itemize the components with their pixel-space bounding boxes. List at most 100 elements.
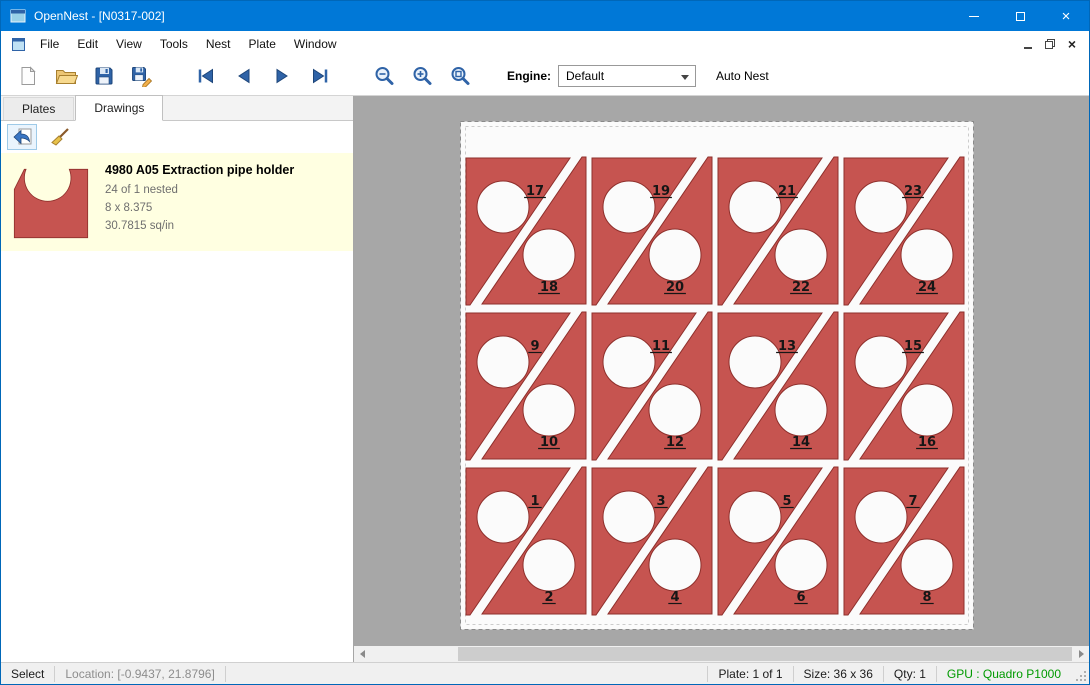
zoom-in-button[interactable] [403,60,441,92]
reload-drawing-button[interactable] [7,124,37,150]
part-number: 17 [526,184,544,199]
close-button[interactable]: × [1043,1,1089,31]
clear-nest-button[interactable] [45,124,75,150]
scrollbar-track[interactable] [370,646,1073,662]
drawing-dimensions: 8 x 8.375 [105,200,294,218]
document-icon[interactable] [11,37,26,52]
zoom-fit-button[interactable] [441,60,479,92]
scroll-left-button[interactable] [354,646,370,662]
status-location: Location: [-0.9437, 21.8796] [55,667,224,681]
part-number: 11 [652,339,670,354]
drawings-list-empty-area [1,251,353,662]
zoom-fit-icon [449,65,471,87]
part-number: 23 [904,184,922,199]
open-folder-icon [54,65,78,87]
part-number: 19 [652,184,670,199]
close-icon: × [1068,36,1076,52]
nest-plate[interactable]: 171819202122232491011121314151612345678 [460,121,974,630]
minimize-icon [969,16,979,17]
scrollbar-thumb[interactable] [458,647,1072,661]
tab-plates[interactable]: Plates [3,97,74,120]
part-number: 15 [904,339,922,354]
new-button[interactable] [9,60,47,92]
menu-nest[interactable]: Nest [197,32,240,56]
part-thumbnail [11,161,91,241]
close-icon: × [1062,8,1071,25]
arrow-left-icon [360,650,365,658]
mdi-restore-button[interactable] [1039,34,1061,54]
part-number: 14 [792,435,810,450]
menu-tools[interactable]: Tools [151,32,197,56]
auto-nest-button[interactable]: Auto Nest [716,69,769,83]
drawing-list-item[interactable]: 4980 A05 Extraction pipe holder 24 of 1 … [1,153,353,251]
minimize-icon [1024,47,1032,49]
minimize-button[interactable] [951,1,997,31]
part-number: 8 [922,590,931,605]
first-arrow-icon [194,65,218,87]
chevron-down-icon [681,75,689,80]
drawings-toolbar [1,121,353,153]
mdi-minimize-button[interactable] [1017,34,1039,54]
mdi-window-controls: × [1017,31,1083,57]
part-number: 16 [918,435,936,450]
menu-window[interactable]: Window [285,32,346,56]
drawing-nested-count: 24 of 1 nested [105,182,294,200]
open-button[interactable] [47,60,85,92]
menu-plate[interactable]: Plate [240,32,285,56]
status-plate: Plate: 1 of 1 [708,667,792,681]
previous-plate-button[interactable] [225,60,263,92]
menubar: File Edit View Tools Nest Plate Window × [1,31,1089,57]
blue-return-arrow-icon [11,127,33,147]
zoom-out-button[interactable] [365,60,403,92]
save-icon [93,65,115,87]
nest-canvas[interactable]: 171819202122232491011121314151612345678 [354,96,1089,662]
mdi-close-button[interactable]: × [1061,34,1083,54]
part-number: 7 [908,494,917,509]
part-number: 9 [530,339,539,354]
zoom-in-icon [411,65,433,87]
save-button[interactable] [85,60,123,92]
engine-value: Default [566,69,604,83]
menu-file[interactable]: File [31,32,68,56]
menu-edit[interactable]: Edit [68,32,107,56]
arrow-right-icon [1079,650,1084,658]
maximize-icon [1016,12,1025,21]
status-separator [225,666,226,682]
part-number: 4 [670,590,679,605]
save-as-button[interactable] [123,60,161,92]
opennest-window: OpenNest - [N0317-002] × File Edit View … [0,0,1090,685]
status-size: Size: 36 x 36 [794,667,883,681]
window-controls: × [951,1,1089,31]
part-number: 5 [782,494,791,509]
drawing-title: 4980 A05 Extraction pipe holder [105,163,294,177]
status-qty: Qty: 1 [884,667,936,681]
status-mode: Select [1,667,54,681]
canvas-horizontal-scrollbar[interactable] [354,646,1089,662]
part-number: 20 [666,280,684,295]
part-number: 1 [530,494,539,509]
first-plate-button[interactable] [187,60,225,92]
new-document-icon [17,65,39,87]
part-number: 2 [544,590,553,605]
main-toolbar: Engine: Default Auto Nest [1,57,1089,96]
next-plate-button[interactable] [263,60,301,92]
maximize-button[interactable] [997,1,1043,31]
menu-view[interactable]: View [107,32,151,56]
broom-icon [49,127,71,147]
titlebar: OpenNest - [N0317-002] × [1,1,1089,31]
part-number: 10 [540,435,558,450]
resize-grip[interactable] [1073,668,1089,684]
part-number: 3 [656,494,665,509]
engine-select[interactable]: Default [558,65,696,87]
zoom-out-icon [373,65,395,87]
previous-arrow-icon [232,65,256,87]
left-panel: Plates Drawings 4980 A05 Extraction pipe… [1,96,354,662]
part-number: 21 [778,184,796,199]
scroll-right-button[interactable] [1073,646,1089,662]
last-plate-button[interactable] [301,60,339,92]
drawing-area: 30.7815 sq/in [105,218,294,236]
next-arrow-icon [270,65,294,87]
main-area: Plates Drawings 4980 A05 Extraction pipe… [1,96,1089,662]
app-icon [10,8,26,24]
tab-drawings[interactable]: Drawings [75,95,163,121]
